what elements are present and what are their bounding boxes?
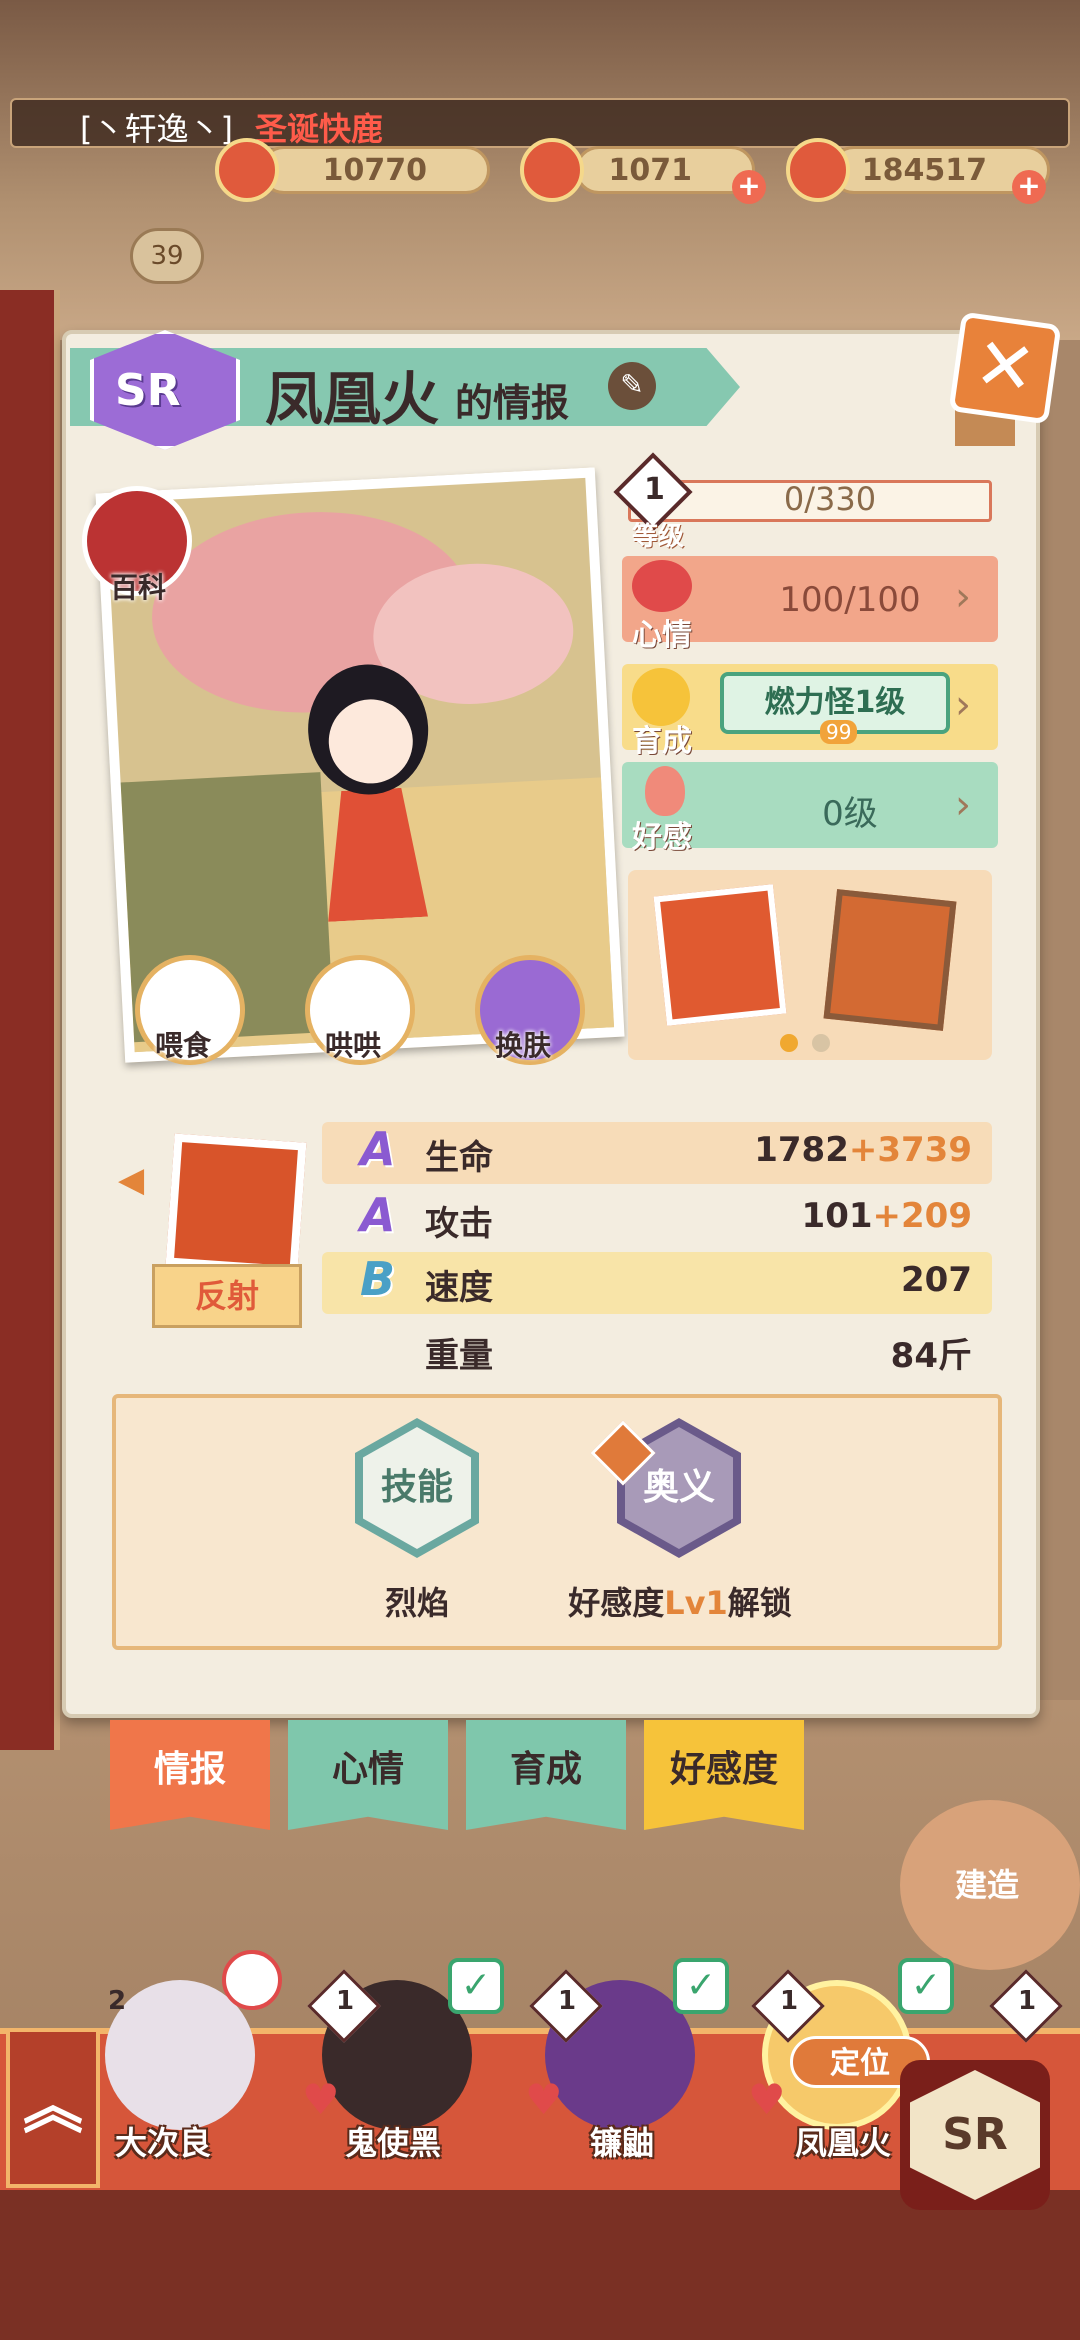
mood-arrow-icon: › — [955, 574, 971, 620]
ougi-unlock-suffix: 解锁 — [727, 1584, 792, 1622]
roster-level-4: 1 — [780, 1986, 799, 2016]
level-label: 等级 — [632, 522, 685, 552]
heart-icon: ♥ — [302, 2075, 340, 2124]
favor-peach-icon — [645, 766, 685, 816]
character-name: 凤凰火 — [265, 365, 440, 433]
skill-name: 烈焰 — [384, 1584, 449, 1622]
town-level: 39 — [130, 228, 204, 284]
check-icon: ✓ — [673, 1958, 729, 2014]
left-decor — [0, 290, 60, 1750]
page-dot-active — [780, 1034, 798, 1052]
bottom-strip — [0, 2190, 1080, 2340]
coin-icon — [786, 138, 850, 202]
player-name: [丶轩逸丶] — [80, 110, 233, 148]
passive-skill-label: 反射 — [152, 1264, 302, 1328]
close-button[interactable]: ✕ — [948, 311, 1062, 425]
check-icon: ✓ — [898, 1958, 954, 2014]
check-icon: ✓ — [448, 1958, 504, 2014]
mood-value: 100/100 — [779, 580, 921, 620]
resource-2: 1071 — [575, 146, 755, 194]
encyclopedia-label: 百科 — [110, 571, 167, 604]
roster-name-4: 凤凰火 — [795, 2124, 892, 2162]
heart-icon: ♥ — [525, 2075, 563, 2124]
rarity-text: SR — [115, 365, 181, 416]
edit-name-button[interactable]: ✎ — [608, 362, 656, 410]
favor-arrow-icon: › — [955, 782, 971, 828]
tab-growth[interactable]: 育成 — [466, 1720, 626, 1830]
hp-label: 生命 — [425, 1138, 493, 1178]
build-label: 建造 — [955, 1866, 1020, 1904]
title-suffix: 的情报 — [455, 381, 570, 425]
mood-label: 心情 — [632, 618, 692, 653]
add-resource-2-button[interactable]: + — [732, 170, 766, 204]
growth-label: 育成 — [632, 724, 692, 759]
atk-bonus: +209 — [872, 1196, 972, 1236]
hp-value: 1782+3739 — [700, 1130, 972, 1170]
atk-grade: A — [360, 1188, 396, 1242]
hp-bonus: +3739 — [848, 1130, 972, 1170]
roster-name-3: 镰鼬 — [590, 2124, 655, 2162]
weight-label: 重量 — [425, 1336, 493, 1376]
gem-icon — [520, 138, 584, 202]
roster-level-1: 2 — [108, 1986, 127, 2016]
memory-card-1[interactable] — [653, 884, 787, 1026]
speed-value: 207 — [901, 1260, 972, 1300]
collapse-button[interactable]: ︽ — [6, 2028, 100, 2188]
atk-base: 101 — [801, 1196, 873, 1236]
mood-heart-icon — [632, 560, 692, 612]
ougi-unlock-level: Lv1 — [664, 1584, 728, 1622]
hp-base: 1782 — [754, 1130, 849, 1170]
heart-icon: ♥ — [748, 2075, 786, 2124]
growth-arrow-icon: › — [955, 682, 971, 728]
weight-value: 84斤 — [890, 1336, 972, 1376]
roster-level-5: 1 — [1018, 1986, 1037, 2016]
feed-label: 喂食 — [155, 1029, 212, 1062]
favor-value: 0级 — [822, 794, 878, 834]
ougi-unlock-text: 好感度Lv1解锁 — [555, 1578, 805, 1624]
passive-arrow-icon: ◀ — [118, 1160, 145, 1200]
memory-card-2[interactable] — [823, 889, 957, 1031]
player-title: 圣诞快鹿 — [255, 110, 384, 148]
favor-label: 好感 — [632, 820, 692, 855]
no-entry-icon — [222, 1950, 282, 2010]
tab-favor[interactable]: 好感度 — [644, 1720, 804, 1830]
roster-name-1: 大次良 — [115, 2124, 212, 2162]
page-dot — [812, 1034, 830, 1052]
growth-chip-sub: 99 — [820, 720, 858, 744]
food-icon — [215, 138, 279, 202]
speed-label: 速度 — [425, 1268, 493, 1308]
roster-level-2: 1 — [336, 1986, 355, 2016]
atk-value: 101+209 — [700, 1196, 972, 1236]
level-value: 0/330 — [783, 480, 877, 518]
coax-label: 哄哄 — [325, 1029, 382, 1062]
tab-info[interactable]: 情报 — [110, 1720, 270, 1830]
roster-name-2: 鬼使黑 — [345, 2124, 442, 2162]
hp-grade: A — [360, 1122, 396, 1176]
roster-level-3: 1 — [558, 1986, 577, 2016]
add-resource-3-button[interactable]: + — [1012, 170, 1046, 204]
tab-mood[interactable]: 心情 — [288, 1720, 448, 1830]
resource-1: 10770 — [260, 146, 490, 194]
speed-grade: B — [360, 1252, 396, 1306]
skin-label: 换肤 — [495, 1029, 552, 1062]
level-badge-number: 1 — [644, 472, 665, 507]
passive-skill-icon[interactable] — [165, 1133, 307, 1275]
ougi-unlock-prefix: 好感度 — [568, 1584, 665, 1622]
atk-label: 攻击 — [425, 1204, 493, 1244]
